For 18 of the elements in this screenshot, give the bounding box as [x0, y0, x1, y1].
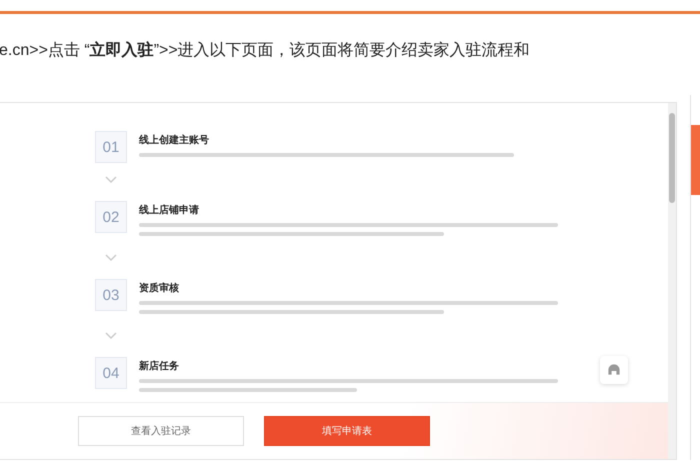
step-title: 线上创建主账号 — [139, 133, 210, 147]
step-number: 04 — [95, 357, 127, 389]
action-button[interactable]: 查看入驻记录 — [78, 416, 244, 446]
step-number: 01 — [95, 131, 127, 163]
step-title: 新店任务 — [139, 359, 180, 373]
step-title: 资质审核 — [139, 281, 180, 295]
chevron-down-icon — [104, 176, 116, 184]
step-number: 02 — [95, 201, 127, 233]
instruction-text: e.cn>>点击 “立即入驻”>>进入以下页面，该页面将简要介绍卖家入驻流程和 — [0, 40, 531, 61]
support-button[interactable] — [600, 356, 628, 384]
scrollbar-thumb[interactable] — [669, 113, 675, 203]
action-button[interactable]: 填写申请表 — [264, 416, 430, 446]
step-title: 线上店铺申请 — [139, 203, 200, 217]
chevron-down-icon — [104, 254, 116, 262]
step-number: 03 — [95, 279, 127, 311]
chevron-down-icon — [104, 332, 116, 340]
side-banner — [691, 125, 700, 195]
headset-icon — [607, 363, 621, 377]
